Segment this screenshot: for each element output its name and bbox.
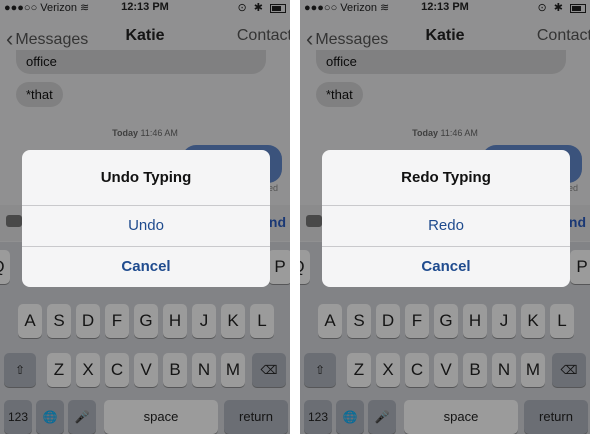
panel-divider <box>290 0 300 434</box>
right-screenshot-panel: ●●●○○ Verizon ≋ 12:13 PM ⊙ ✱ ‹ Messages K… <box>300 0 590 434</box>
alert-title: Undo Typing <box>100 169 192 186</box>
left-screenshot-panel: ●●●○○ Verizon ≋ 12:13 PM ⊙ ✱ ‹ Messages K… <box>0 0 290 434</box>
cancel-button[interactable]: Cancel <box>322 247 570 287</box>
undo-typing-alert: Undo Typing Undo Cancel <box>22 150 270 287</box>
redo-button[interactable]: Redo <box>322 206 570 246</box>
undo-button[interactable]: Undo <box>22 206 270 246</box>
alert-title: Redo Typing <box>401 169 491 186</box>
cancel-button[interactable]: Cancel <box>22 247 270 287</box>
redo-typing-alert: Redo Typing Redo Cancel <box>322 150 570 287</box>
